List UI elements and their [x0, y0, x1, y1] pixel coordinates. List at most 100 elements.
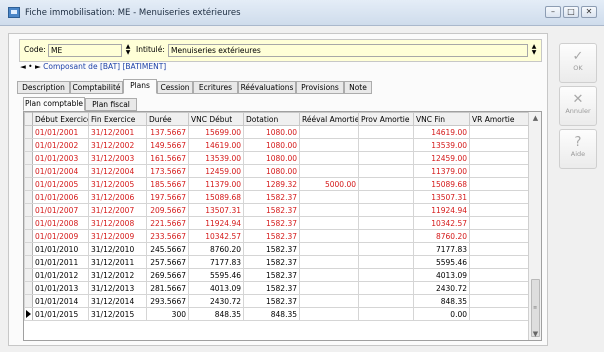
column-header[interactable]: Durée	[146, 112, 189, 126]
table-cell[interactable]	[358, 294, 414, 308]
table-cell[interactable]: 31/12/2009	[88, 229, 147, 243]
table-cell[interactable]	[299, 242, 359, 256]
table-cell[interactable]	[469, 307, 529, 321]
column-header[interactable]: Dotation	[243, 112, 300, 126]
code-spin-icon[interactable]: ▲ ▼	[124, 44, 132, 56]
cancel-button[interactable]: ✕ Annuler	[559, 86, 597, 126]
table-cell[interactable]	[299, 164, 359, 178]
table-cell[interactable]	[299, 151, 359, 165]
table-row[interactable]: 01/01/2008 31/12/2008 221.5667 11924.94 1582…	[24, 216, 529, 230]
table-cell[interactable]: 31/12/2011	[88, 255, 147, 269]
tab-provisions[interactable]: Provisions	[296, 81, 344, 94]
column-header[interactable]: VNC Fin	[413, 112, 470, 126]
table-cell[interactable]: 149.5667	[146, 138, 189, 152]
intitule-field[interactable]: Menuiseries extérieures	[168, 44, 528, 57]
table-cell[interactable]	[358, 151, 414, 165]
table-cell[interactable]: 1582.37	[243, 190, 300, 204]
table-cell[interactable]: 1289.32	[243, 177, 300, 191]
tab-reevaluations[interactable]: Réévaluations	[238, 81, 296, 94]
table-cell[interactable]: 257.5667	[146, 255, 189, 269]
table-cell[interactable]	[299, 294, 359, 308]
table-row[interactable]: 01/01/2013 31/12/2013 281.5667 4013.09 1582.…	[24, 281, 529, 295]
table-cell[interactable]	[469, 255, 529, 269]
table-cell[interactable]: 13507.31	[188, 203, 244, 217]
table-cell[interactable]: 01/01/2009	[32, 229, 89, 243]
table-cell[interactable]: 31/12/2013	[88, 281, 147, 295]
table-cell[interactable]: 31/12/2014	[88, 294, 147, 308]
subtab-plan-fiscal[interactable]: Plan fiscal	[85, 98, 137, 111]
table-cell[interactable]: 11924.94	[413, 203, 470, 217]
table-cell[interactable]: 14619.00	[413, 125, 470, 139]
table-cell[interactable]	[469, 229, 529, 243]
table-cell[interactable]: 15089.68	[188, 190, 244, 204]
table-cell[interactable]: 11379.00	[413, 164, 470, 178]
table-row[interactable]: 01/01/2011 31/12/2011 257.5667 7177.83 1582.…	[24, 255, 529, 269]
table-cell[interactable]: 31/12/2001	[88, 125, 147, 139]
table-cell[interactable]	[358, 242, 414, 256]
table-cell[interactable]	[358, 268, 414, 282]
table-cell[interactable]: 31/12/2012	[88, 268, 147, 282]
table-cell[interactable]: 31/12/2015	[88, 307, 147, 321]
table-cell[interactable]	[469, 177, 529, 191]
table-cell[interactable]	[358, 255, 414, 269]
table-cell[interactable]: 01/01/2003	[32, 151, 89, 165]
table-cell[interactable]: 161.5667	[146, 151, 189, 165]
row-header[interactable]	[24, 125, 33, 139]
table-cell[interactable]	[299, 268, 359, 282]
table-cell[interactable]: 01/01/2002	[32, 138, 89, 152]
row-header[interactable]	[24, 268, 33, 282]
column-header[interactable]: Fin Exercice	[88, 112, 147, 126]
close-button[interactable]: ✕	[581, 6, 597, 18]
table-cell[interactable]: 2430.72	[413, 281, 470, 295]
table-cell[interactable]: 15089.68	[413, 177, 470, 191]
table-cell[interactable]: 11924.94	[188, 216, 244, 230]
table-row[interactable]: 01/01/2003 31/12/2003 161.5667 13539.00 1080…	[24, 151, 529, 165]
table-cell[interactable]: 15699.00	[188, 125, 244, 139]
table-cell[interactable]: 10342.57	[188, 229, 244, 243]
table-cell[interactable]	[469, 281, 529, 295]
table-row[interactable]: 01/01/2005 31/12/2005 185.5667 11379.00 1289…	[24, 177, 529, 191]
tab-cession[interactable]: Cession	[157, 81, 193, 94]
table-cell[interactable]: 01/01/2005	[32, 177, 89, 191]
table-cell[interactable]	[358, 138, 414, 152]
table-cell[interactable]: 300	[146, 307, 189, 321]
table-cell[interactable]: 31/12/2008	[88, 216, 147, 230]
table-cell[interactable]: 01/01/2008	[32, 216, 89, 230]
row-header[interactable]	[24, 151, 33, 165]
table-cell[interactable]: 848.35	[413, 294, 470, 308]
table-cell[interactable]: 01/01/2014	[32, 294, 89, 308]
table-cell[interactable]: 1080.00	[243, 164, 300, 178]
column-header[interactable]: Début Exercice	[32, 112, 89, 126]
table-row[interactable]: 01/01/2004 31/12/2004 173.5667 12459.00 1080…	[24, 164, 529, 178]
row-header[interactable]	[24, 177, 33, 191]
tab-comptabilite[interactable]: Comptabilité	[70, 81, 123, 94]
table-cell[interactable]: 1080.00	[243, 125, 300, 139]
table-row[interactable]: 01/01/2002 31/12/2002 149.5667 14619.00 1080…	[24, 138, 529, 152]
table-cell[interactable]: 31/12/2003	[88, 151, 147, 165]
scroll-up-icon[interactable]: ▲	[529, 112, 541, 124]
table-cell[interactable]: 01/01/2001	[32, 125, 89, 139]
table-cell[interactable]: 5595.46	[188, 268, 244, 282]
table-cell[interactable]: 233.5667	[146, 229, 189, 243]
table-cell[interactable]: 293.5667	[146, 294, 189, 308]
table-cell[interactable]	[358, 177, 414, 191]
table-cell[interactable]	[469, 216, 529, 230]
table-cell[interactable]: 173.5667	[146, 164, 189, 178]
table-cell[interactable]	[358, 281, 414, 295]
tab-ecritures[interactable]: Ecritures	[193, 81, 238, 94]
table-cell[interactable]	[299, 203, 359, 217]
table-row[interactable]: 01/01/2015 31/12/2015 300 848.35 848.35 0.00	[24, 307, 529, 321]
table-cell[interactable]: 13539.00	[188, 151, 244, 165]
row-header[interactable]	[24, 281, 33, 295]
table-cell[interactable]	[299, 190, 359, 204]
table-cell[interactable]: 0.00	[413, 307, 470, 321]
current-row-marker-icon[interactable]	[24, 307, 33, 321]
tab-description[interactable]: Description	[17, 81, 70, 94]
table-cell[interactable]: 01/01/2007	[32, 203, 89, 217]
table-cell[interactable]	[469, 151, 529, 165]
row-header[interactable]	[24, 294, 33, 308]
table-cell[interactable]	[299, 307, 359, 321]
table-cell[interactable]: 8760.20	[413, 229, 470, 243]
column-header[interactable]: VNC Début	[188, 112, 244, 126]
subtab-plan-comptable[interactable]: Plan comptable	[23, 97, 85, 111]
